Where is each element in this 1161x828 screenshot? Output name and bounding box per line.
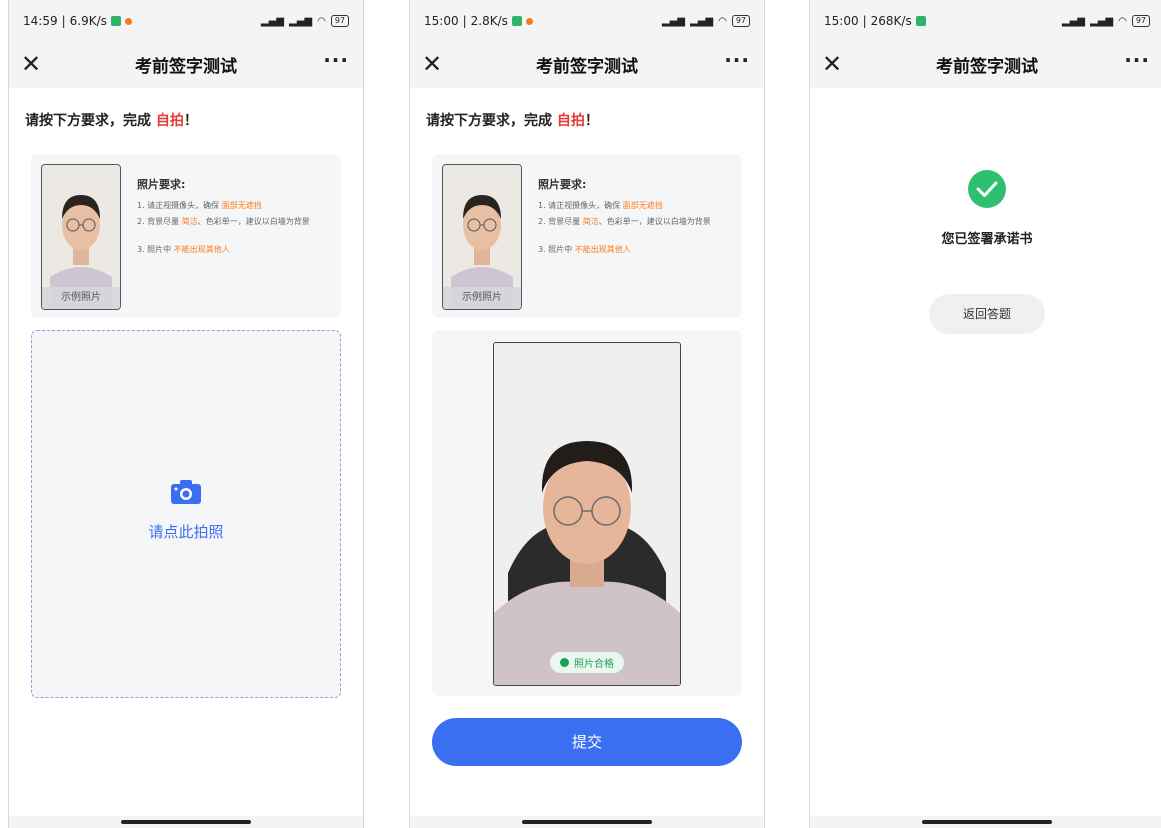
page-title: 考前签字测试 (936, 56, 1038, 77)
page-content: 请按下方要求，完成 自拍！ 示例照片 照片要求: 1. 请正视摄像头，确保 面部… (9, 88, 363, 816)
sample-photo-caption: 示例照片 (443, 287, 521, 309)
signal-icon: ▂▄▆ (1061, 15, 1085, 27)
requirement-3: 3. 照片中 不能出现其他人 (538, 245, 631, 254)
screen-2-photo-preview: 15:00 | 2.8K/s ▂▄▆ ▂▄▆ ◠ 97 ✕ 考前签字测试 ···… (409, 0, 765, 828)
wifi-icon: ◠ (317, 15, 326, 27)
photo-upload-area[interactable]: 请点此拍照 (31, 330, 341, 698)
requirement-3: 3. 照片中 不能出现其他人 (137, 245, 230, 254)
signal-icon: ▂▄▆ (690, 15, 714, 27)
signal-icon: ▂▄▆ (289, 15, 313, 27)
wifi-icon: ◠ (718, 15, 727, 27)
more-icon[interactable]: ··· (323, 48, 349, 72)
page-content: 您已签署承诺书 返回答题 (810, 88, 1161, 816)
photo-preview-area[interactable]: 照片合格 (432, 330, 742, 696)
status-bar: 15:00 | 268K/s ▂▄▆ ▂▄▆ ◠ 97 (810, 0, 1161, 42)
wifi-icon: ◠ (1118, 15, 1127, 27)
signal-icon: ▂▄▆ (260, 15, 284, 27)
signal-icon: ▂▄▆ (661, 15, 685, 27)
more-icon[interactable]: ··· (724, 48, 750, 72)
submit-button[interactable]: 提交 (432, 718, 742, 766)
requirement-1: 1. 请正视摄像头，确保 面部无遮挡 (137, 201, 262, 210)
screen-1-selfie-upload: 14:59 | 6.9K/s ▂▄▆ ▂▄▆ ◠ 97 ✕ 考前签字测试 ···… (8, 0, 364, 828)
home-indicator[interactable] (922, 820, 1052, 824)
status-bar: 14:59 | 6.9K/s ▂▄▆ ▂▄▆ ◠ 97 (9, 0, 363, 42)
record-dot-icon (525, 17, 533, 25)
status-speed: 268K/s (870, 14, 912, 28)
battery-icon: 97 (330, 15, 349, 27)
status-speed: 2.8K/s (470, 14, 508, 28)
requirement-1: 1. 请正视摄像头，确保 面部无遮挡 (538, 201, 663, 210)
requirements-card: 示例照片 照片要求: 1. 请正视摄像头，确保 面部无遮挡 2. 背景尽量 简洁… (31, 154, 341, 318)
instruction-text: 请按下方要求，完成 自拍！ (25, 113, 198, 129)
signed-message: 您已签署承诺书 (941, 232, 1033, 247)
status-bar: 15:00 | 2.8K/s ▂▄▆ ▂▄▆ ◠ 97 (410, 0, 764, 42)
check-circle-icon (560, 658, 569, 667)
sample-photo-caption: 示例照片 (42, 287, 120, 309)
requirement-2: 2. 背景尽量 简洁、色彩单一，建议以白墙为背景 (137, 217, 310, 226)
app-notification-icon (915, 16, 926, 26)
requirements-card: 示例照片 照片要求: 1. 请正视摄像头，确保 面部无遮挡 2. 背景尽量 简洁… (432, 154, 742, 318)
take-photo-label: 请点此拍照 (148, 523, 224, 541)
battery-icon: 97 (731, 15, 750, 27)
camera-icon (171, 480, 201, 504)
nav-bar: ✕ 考前签字测试 ··· (9, 42, 363, 86)
battery-icon: 97 (1131, 15, 1150, 27)
page-title: 考前签字测试 (536, 56, 638, 77)
signal-icon: ▂▄▆ (1090, 15, 1114, 27)
captured-selfie[interactable]: 照片合格 (493, 342, 681, 686)
nav-bar: ✕ 考前签字测试 ··· (810, 42, 1161, 86)
sample-photo: 示例照片 (442, 164, 522, 310)
page-title: 考前签字测试 (135, 56, 237, 77)
back-to-quiz-button[interactable]: 返回答题 (929, 294, 1045, 334)
sample-photo: 示例照片 (41, 164, 121, 310)
instruction-text: 请按下方要求，完成 自拍！ (426, 113, 599, 129)
more-icon[interactable]: ··· (1124, 48, 1150, 72)
requirement-2: 2. 背景尽量 简洁、色彩单一，建议以白墙为背景 (538, 217, 711, 226)
status-time: 15:00 (824, 14, 859, 28)
instruction-highlight: 自拍 (556, 113, 585, 129)
record-dot-icon (124, 17, 132, 25)
home-indicator[interactable] (522, 820, 652, 824)
check-circle-icon (968, 170, 1006, 208)
close-icon[interactable]: ✕ (21, 50, 41, 78)
requirements-title: 照片要求: (538, 178, 587, 191)
page-content: 请按下方要求，完成 自拍！ 示例照片 照片要求: 1. 请正视摄像头，确保 面部… (410, 88, 764, 816)
status-time: 15:00 (424, 14, 459, 28)
instruction-highlight: 自拍 (155, 113, 184, 129)
person-portrait-icon (494, 343, 680, 685)
nav-bar: ✕ 考前签字测试 ··· (410, 42, 764, 86)
photo-pass-badge: 照片合格 (550, 652, 624, 673)
close-icon[interactable]: ✕ (822, 50, 842, 78)
close-icon[interactable]: ✕ (422, 50, 442, 78)
status-time: 14:59 (23, 14, 58, 28)
requirements-title: 照片要求: (137, 178, 186, 191)
screen-3-signed: 15:00 | 268K/s ▂▄▆ ▂▄▆ ◠ 97 ✕ 考前签字测试 ···… (809, 0, 1161, 828)
app-notification-icon (511, 16, 522, 26)
app-notification-icon (110, 16, 121, 26)
status-speed: 6.9K/s (69, 14, 107, 28)
home-indicator[interactable] (121, 820, 251, 824)
